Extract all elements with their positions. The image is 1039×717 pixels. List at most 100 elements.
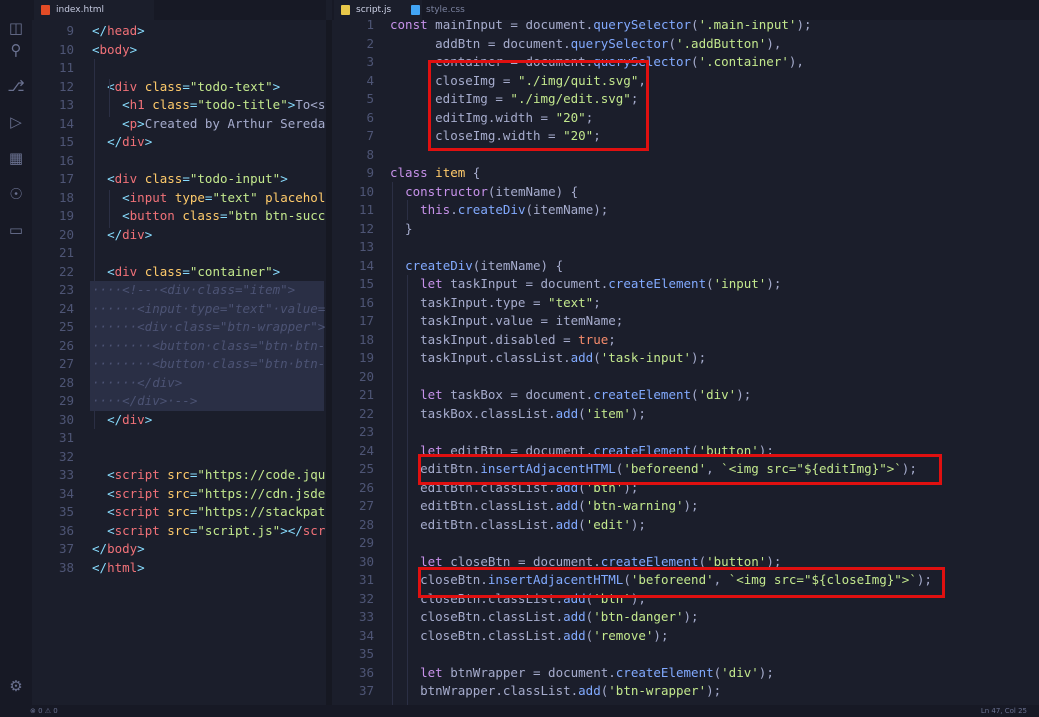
line-number: 12 bbox=[358, 220, 374, 236]
code-line[interactable]: closeBtn.classList.add('btn-danger'); bbox=[390, 608, 698, 627]
code-line[interactable]: <body> bbox=[92, 41, 137, 60]
source-control-icon[interactable]: ⎇ bbox=[6, 76, 26, 96]
tab-label: index.html bbox=[56, 5, 104, 15]
code-line[interactable]: taskInput.type = "text"; bbox=[390, 294, 601, 313]
tab-label: script.js bbox=[356, 5, 392, 15]
code-token: div bbox=[122, 134, 145, 149]
html-editor[interactable]: 9 </head> 10 <body> 11 12 <div class="todo-te… bbox=[32, 20, 326, 705]
code-line[interactable]: ······<div·class="btn-wrapper"> bbox=[92, 318, 325, 337]
code-line[interactable]: </html> bbox=[92, 559, 145, 578]
code-token: = bbox=[182, 171, 190, 186]
code-token: closeBtn.classList. bbox=[390, 609, 564, 624]
code-line[interactable]: editBtn.classList.add('edit'); bbox=[390, 516, 646, 535]
code-token: taskInput.type = bbox=[390, 294, 549, 310]
code-line[interactable]: constructor(itemName) { bbox=[390, 183, 578, 202]
line-number: 10 bbox=[58, 41, 74, 57]
code-token: "todo-text" bbox=[189, 78, 273, 94]
code-line[interactable]: </head> bbox=[92, 22, 145, 41]
code-token: taskInput.classList. bbox=[390, 350, 571, 365]
code-line[interactable]: <script src="script.js"></scr bbox=[92, 522, 325, 541]
line-number: 19 bbox=[58, 208, 74, 223]
code-token: createElement bbox=[593, 387, 692, 402]
code-line[interactable]: <input type="text" placehol bbox=[92, 189, 325, 208]
cursor-position[interactable]: Ln 47, Col 25 bbox=[981, 705, 1027, 717]
extensions-icon[interactable]: ▦ bbox=[6, 148, 26, 168]
code-line[interactable]: </div> bbox=[92, 411, 152, 430]
code-line[interactable]: btnWrapper.classList.add('btn-wrapper'); bbox=[390, 682, 721, 701]
run-debug-icon[interactable]: ▷ bbox=[6, 112, 26, 132]
line-number: 15 bbox=[58, 134, 74, 149]
code-line[interactable]: </div> bbox=[92, 226, 152, 245]
code-line[interactable]: </body> bbox=[92, 540, 145, 559]
code-line[interactable]: ····<!--·<div·class="item"> bbox=[92, 281, 295, 300]
code-line[interactable]: ········<button·class="btn·btn- bbox=[92, 337, 325, 356]
code-line[interactable]: class item { bbox=[390, 164, 480, 183]
code-token: querySelector bbox=[593, 20, 692, 32]
search-icon[interactable]: ⚲ bbox=[6, 40, 26, 60]
code-token: querySelector bbox=[570, 35, 669, 51]
line-number: 7 bbox=[366, 128, 374, 143]
code-line[interactable]: <p>Created by Arthur Sereda bbox=[92, 115, 325, 134]
code-line[interactable]: ····</div>·--> bbox=[92, 392, 197, 411]
code-line[interactable]: <script src="https://cdn.jsdel bbox=[92, 485, 326, 504]
gear-icon[interactable]: ⚙ bbox=[6, 676, 26, 696]
code-line[interactable]: const mainInput = document.querySelector… bbox=[390, 20, 812, 35]
code-line[interactable]: </div> bbox=[92, 133, 152, 152]
indent-guide bbox=[94, 59, 95, 429]
code-line[interactable]: addBtn = document.querySelector('.addBut… bbox=[390, 35, 781, 54]
code-line[interactable]: <div class="todo-input"> bbox=[92, 170, 288, 189]
line-number: 26 bbox=[358, 479, 374, 495]
code-token: </ bbox=[92, 559, 108, 575]
code-line[interactable]: createDiv(itemName) { bbox=[390, 257, 563, 276]
code-line[interactable]: let taskBox = document.createElement('di… bbox=[390, 386, 751, 405]
code-line[interactable]: taskInput.classList.add('task-input'); bbox=[390, 349, 706, 368]
problems-indicator[interactable]: ⊗ 0 ⚠ 0 bbox=[30, 705, 58, 717]
code-line[interactable]: closeBtn.classList.add('remove'); bbox=[390, 627, 668, 646]
line-number: 11 bbox=[358, 202, 374, 217]
code-line[interactable]: editBtn.classList.add('btn-warning'); bbox=[390, 497, 699, 516]
code-line[interactable]: ······<input·type="text"·value= bbox=[92, 300, 325, 319]
code-line[interactable]: <script src="https://stackpat bbox=[92, 503, 325, 522]
code-line[interactable]: let taskInput = document.createElement('… bbox=[390, 275, 781, 294]
code-token: class bbox=[144, 171, 183, 186]
code-line[interactable]: this.createDiv(itemName); bbox=[390, 201, 608, 220]
code-token: script bbox=[114, 485, 160, 501]
code-token: item bbox=[435, 165, 466, 180]
code-line[interactable]: <script src="https://code.jque bbox=[92, 466, 326, 485]
code-token: = bbox=[219, 208, 228, 223]
folder-icon[interactable]: ▭ bbox=[6, 220, 26, 240]
code-line[interactable]: <h1 class="todo-title">To<s bbox=[92, 96, 325, 115]
tab-style-css[interactable]: style.css bbox=[404, 0, 500, 20]
code-line[interactable]: let btnWrapper = document.createElement(… bbox=[390, 664, 774, 683]
status-bar: ⊗ 0 ⚠ 0 Ln 47, Col 25 bbox=[0, 705, 1039, 717]
code-token: { bbox=[465, 165, 481, 180]
code-line[interactable]: ········<button·class="btn·btn- bbox=[92, 355, 325, 374]
code-line[interactable]: taskInput.value = itemName; bbox=[390, 312, 623, 331]
code-line[interactable]: taskInput.disabled = true; bbox=[390, 331, 616, 350]
code-token: div bbox=[114, 171, 138, 186]
code-line[interactable]: <div class="container"> bbox=[92, 263, 280, 282]
code-token: = bbox=[182, 263, 190, 279]
line-number: 29 bbox=[58, 393, 74, 408]
code-token: addBtn = document. bbox=[390, 35, 571, 51]
code-line[interactable]: } bbox=[390, 220, 413, 239]
code-token: ········<button·class="btn·btn- bbox=[92, 337, 326, 353]
code-token: = bbox=[182, 78, 190, 94]
code-line[interactable]: ······</div> bbox=[92, 374, 182, 393]
code-token: ( bbox=[668, 35, 676, 51]
line-number: 11 bbox=[58, 60, 74, 75]
files-icon[interactable]: ◫ bbox=[6, 18, 26, 38]
tab-index-html[interactable]: index.html bbox=[34, 0, 154, 20]
remote-icon[interactable]: ☉ bbox=[6, 184, 26, 204]
code-token: editBtn.classList. bbox=[390, 498, 556, 513]
code-line[interactable]: <button class="btn btn-succ bbox=[92, 207, 325, 226]
line-number: 18 bbox=[358, 331, 374, 347]
code-line[interactable]: taskBox.classList.add('item'); bbox=[390, 405, 646, 424]
line-number: 37 bbox=[58, 541, 74, 556]
code-line[interactable]: <div class="todo-text"> bbox=[92, 78, 280, 97]
